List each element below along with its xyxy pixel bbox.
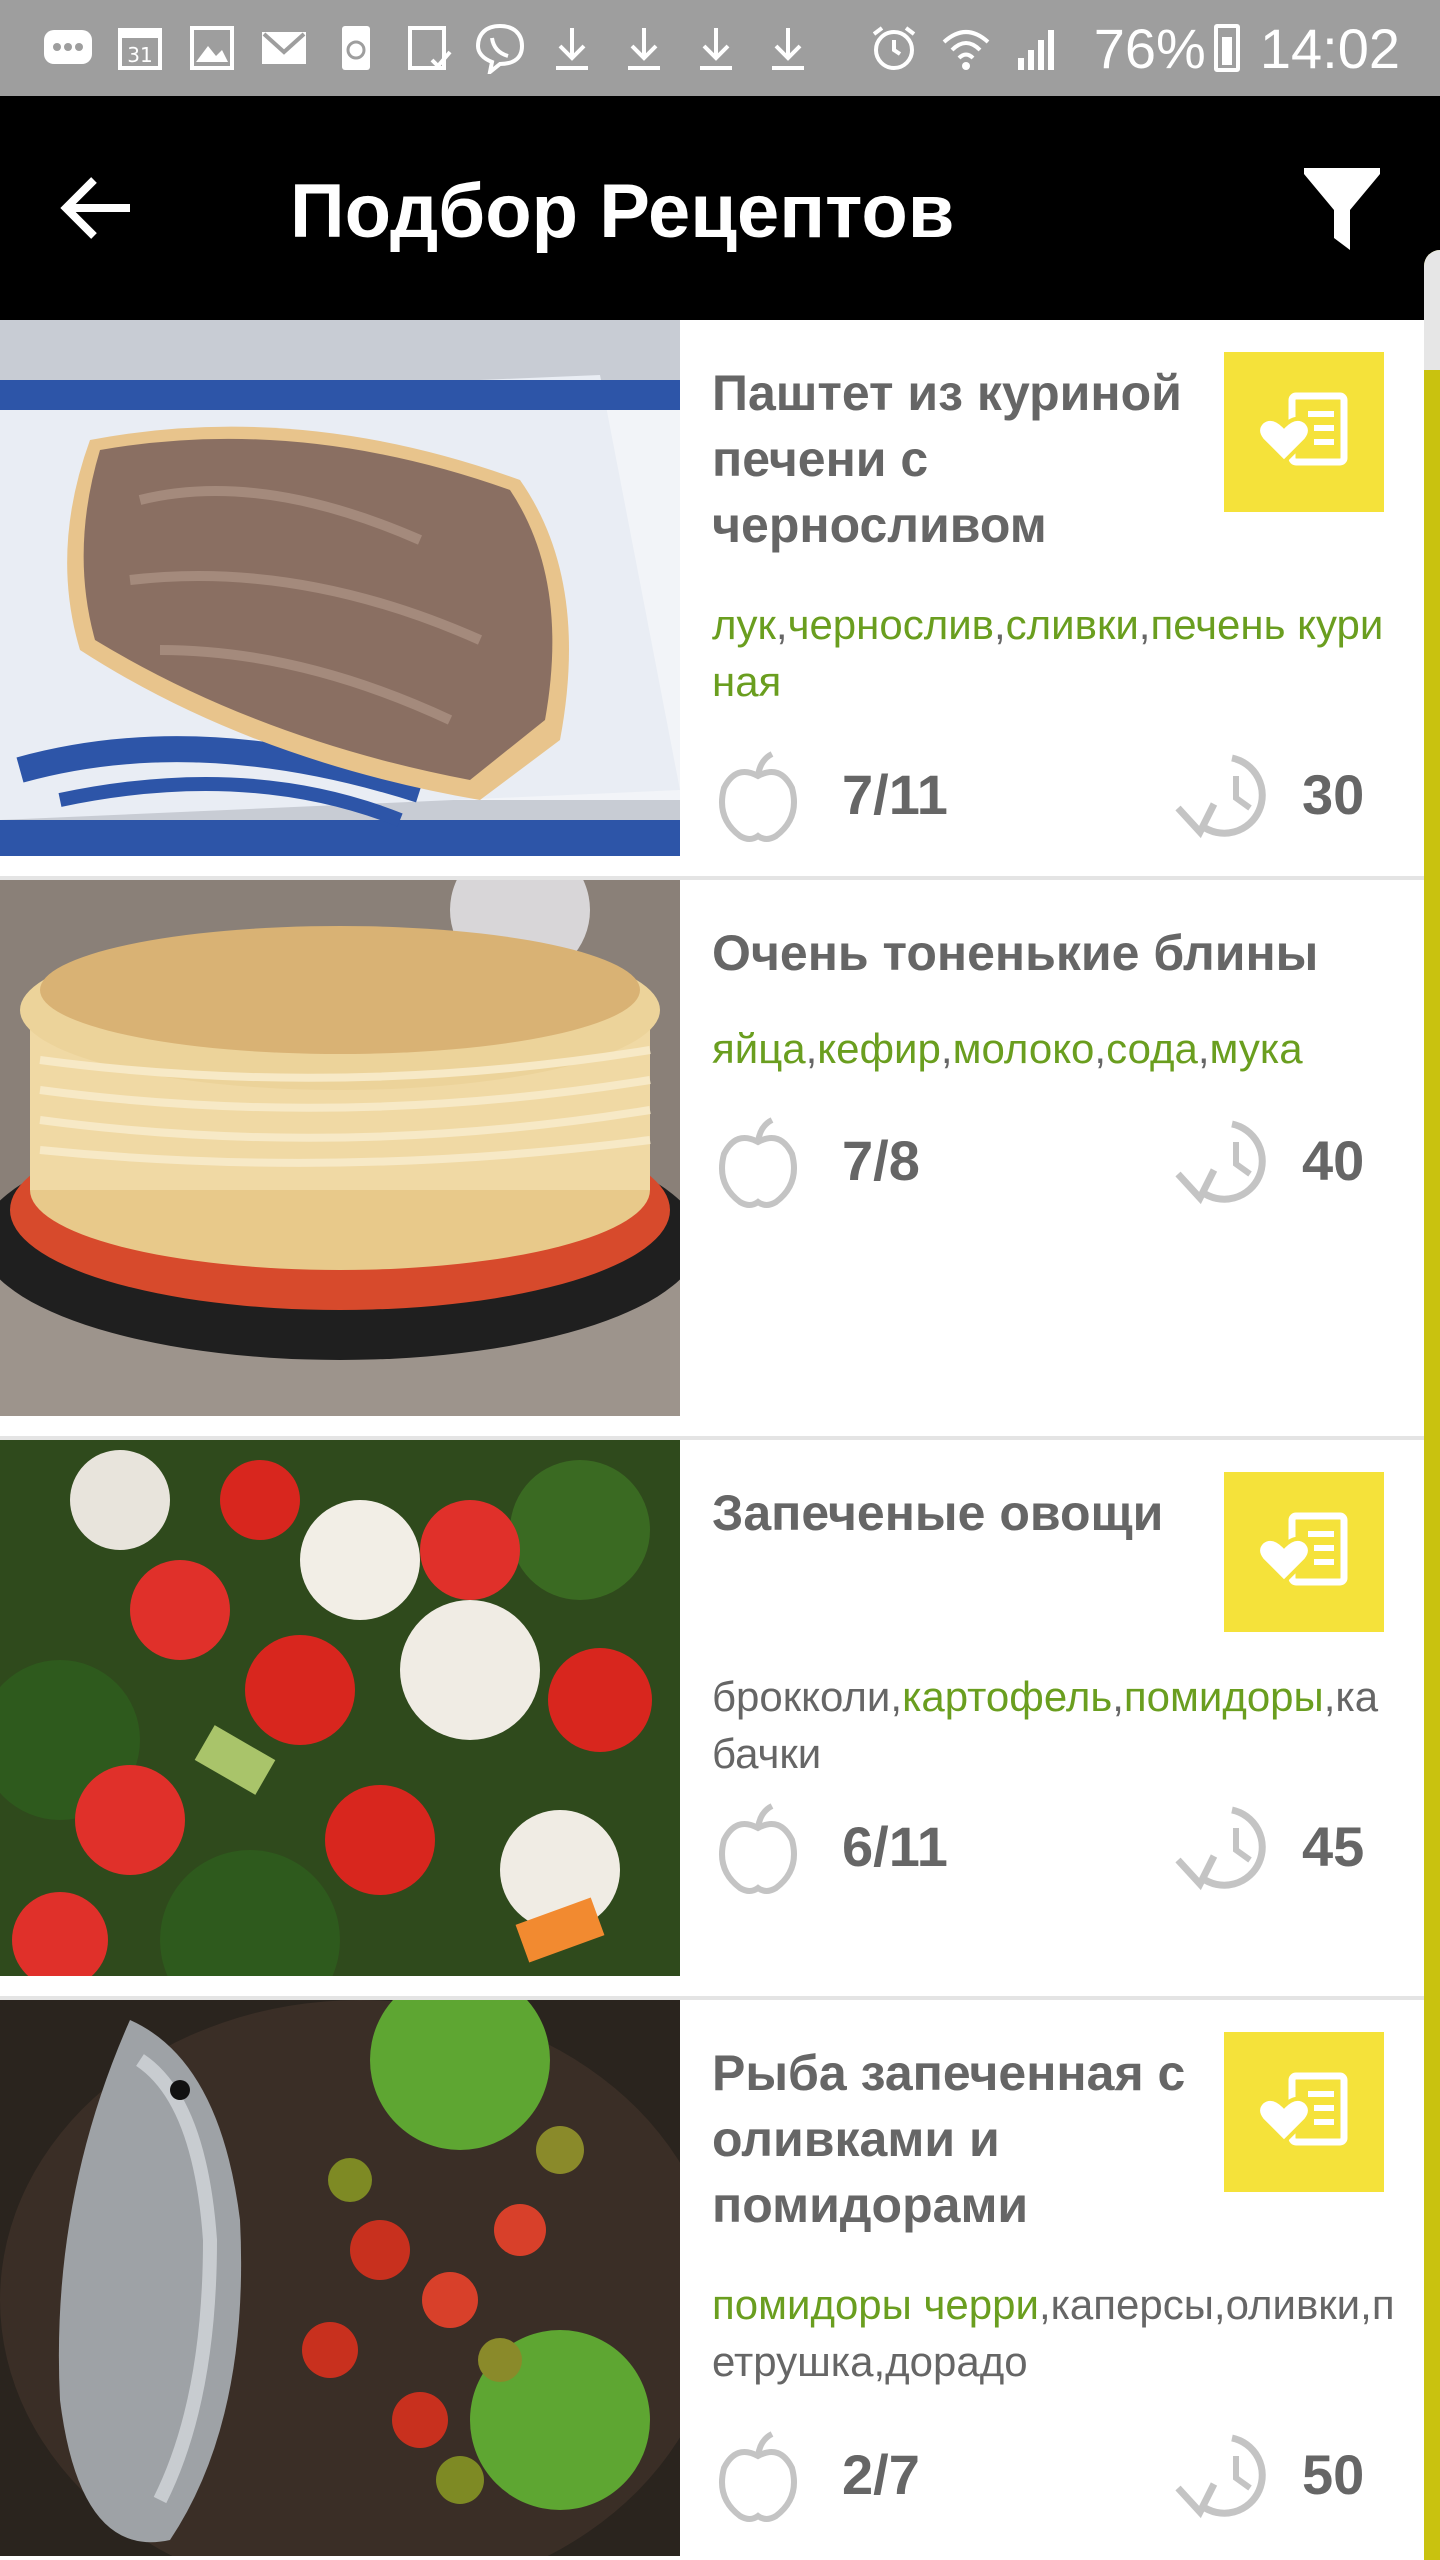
cooking-time-icon <box>1175 2434 1266 2519</box>
ingredient-available: сода <box>1106 1025 1198 1072</box>
calendar-icon: 31 <box>114 22 166 74</box>
back-button[interactable] <box>56 166 140 250</box>
ingredient-list: помидоры черри,каперсы,оливки,петрушка,д… <box>712 2281 1395 2385</box>
download-icon <box>618 22 670 74</box>
ingredient-missing: каперсы <box>1050 2281 1214 2328</box>
recipe-title[interactable]: Запеченые овощи <box>712 1480 1212 1546</box>
signal-icon <box>1012 22 1064 74</box>
ingredient-missing: дорадо <box>885 2338 1028 2385</box>
favorite-button[interactable] <box>1224 352 1384 512</box>
recipe-image <box>0 2000 680 2556</box>
cooking-time: 40 <box>1302 1129 1365 1192</box>
cooking-time: 30 <box>1302 763 1365 826</box>
alarm-icon <box>868 22 920 74</box>
ingredient-missing: брокколи <box>712 1673 891 1720</box>
app-bar: Подбор Рецептов <box>0 96 1440 320</box>
chat-icon <box>42 22 94 74</box>
cooking-time: 45 <box>1302 1815 1365 1878</box>
wifi-icon <box>940 22 992 74</box>
arrow-back-icon <box>60 177 130 239</box>
ingredient-available: кефир <box>817 1025 941 1072</box>
battery-icon <box>1213 24 1240 72</box>
ingredient-missing: оливки <box>1225 2281 1361 2328</box>
cooking-time-icon <box>1175 1120 1266 1205</box>
ingredient-available: картофель <box>902 1673 1113 1720</box>
heart-recipe-icon <box>1256 2072 1348 2146</box>
recipe-card[interactable]: Запеченые овощи брокколи,картофель,помид… <box>0 1440 1424 2000</box>
download-icon <box>762 22 814 74</box>
apple-icon <box>719 751 797 842</box>
status-bar: 31 76% 14:02 <box>0 0 1440 96</box>
heart-recipe-icon <box>1256 392 1348 466</box>
cooking-time-icon <box>1175 754 1266 839</box>
recipe-info: Запеченые овощи брокколи,картофель,помид… <box>712 1440 1424 1996</box>
ingredient-available: молоко <box>952 1025 1095 1072</box>
recipe-list: Паштет из куриной печени с черносливом л… <box>0 320 1424 2560</box>
recipe-card[interactable]: Паштет из куриной печени с черносливом л… <box>0 320 1424 880</box>
side-panel-edge[interactable] <box>1424 250 1440 2560</box>
ingredient-count: 7/11 <box>842 763 948 826</box>
recipe-title[interactable]: Паштет из куриной печени с черносливом <box>712 360 1212 558</box>
system-status: 76% 14:02 <box>868 16 1400 81</box>
recipe-info: Рыба запеченная с оливками и помидорами … <box>712 2000 1424 2556</box>
recipe-stats: 7/11 30 <box>712 748 1372 848</box>
ingredient-available: лук <box>712 601 776 648</box>
clock: 14:02 <box>1259 16 1400 80</box>
recipe-image <box>0 1440 680 1996</box>
cooking-time: 50 <box>1302 2443 1365 2506</box>
recipe-stats: 7/8 40 <box>712 1114 1372 1214</box>
ingredient-available: помидоры <box>1123 1673 1324 1720</box>
filter-button[interactable] <box>1300 162 1384 254</box>
calendar-day: 31 <box>127 43 152 67</box>
recipe-stats: 2/7 50 <box>712 2428 1372 2528</box>
favorite-button[interactable] <box>1224 2032 1384 2192</box>
ingredient-count: 6/11 <box>842 1815 948 1878</box>
download-icon <box>690 22 742 74</box>
heart-recipe-icon <box>1256 1512 1348 1586</box>
download-icon <box>546 22 598 74</box>
recipe-card[interactable]: Очень тоненькие блины яйца,кефир,молоко,… <box>0 880 1424 1440</box>
recipe-title[interactable]: Очень тоненькие блины <box>712 920 1392 986</box>
viber-icon <box>474 22 526 74</box>
ingredient-list: лук,чернослив,сливки,печень куриная <box>712 601 1384 705</box>
filter-icon <box>1304 168 1380 250</box>
side-panel-edge-top <box>1424 250 1440 370</box>
recipe-image <box>0 320 680 876</box>
recipe-info: Паштет из куриной печени с черносливом л… <box>712 320 1424 876</box>
recipe-title[interactable]: Рыба запеченная с оливками и помидорами <box>712 2040 1212 2238</box>
apple-icon <box>719 1803 797 1894</box>
ingredient-available: чернослив <box>787 601 994 648</box>
gmail-icon <box>258 22 310 74</box>
gallery-icon <box>186 22 238 74</box>
notification-icons: 31 <box>42 22 834 74</box>
ingredient-available: яйца <box>712 1025 806 1072</box>
apple-icon <box>719 2431 797 2522</box>
favorite-button[interactable] <box>1224 1472 1384 1632</box>
ingredient-list: брокколи,картофель,помидоры,кабачки <box>712 1673 1379 1777</box>
ingredient-available: мука <box>1209 1025 1303 1072</box>
recycle-icon <box>330 22 382 74</box>
recipe-card[interactable]: Рыба запеченная с оливками и помидорами … <box>0 2000 1424 2560</box>
apple-icon <box>719 1117 797 1208</box>
ingredient-available: помидоры черри <box>712 2281 1039 2328</box>
page-title: Подбор Рецептов <box>290 169 955 254</box>
battery-percent: 76% <box>1093 16 1206 80</box>
clipboard-icon <box>402 22 454 74</box>
ingredient-count: 2/7 <box>842 2443 920 2506</box>
ingredient-available: сливки <box>1005 601 1139 648</box>
recipe-stats: 6/11 45 <box>712 1800 1372 1900</box>
ingredient-list: яйца,кефир,молоко,сода,мука <box>712 1025 1303 1072</box>
cooking-time-icon <box>1175 1806 1266 1891</box>
recipe-image <box>0 880 680 1436</box>
ingredient-count: 7/8 <box>842 1129 920 1192</box>
recipe-info: Очень тоненькие блины яйца,кефир,молоко,… <box>712 880 1424 1436</box>
